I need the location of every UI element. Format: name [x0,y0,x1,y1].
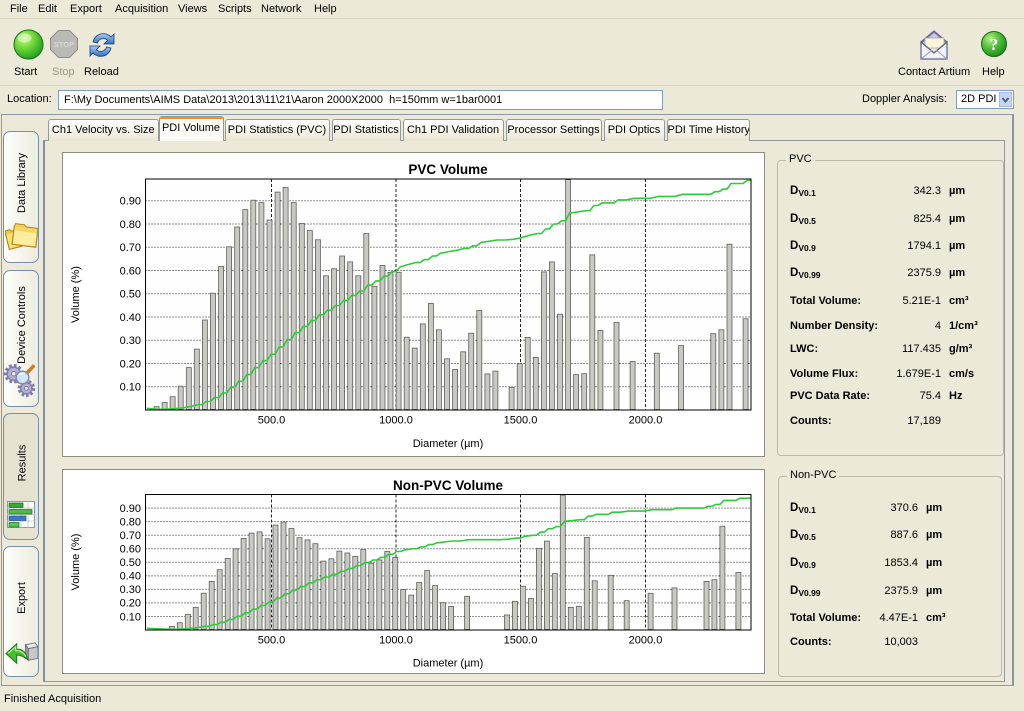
svg-text:PVC Volume: PVC Volume [408,162,488,177]
svg-text:Non-PVC Volume: Non-PVC Volume [393,478,503,493]
svg-text:Diameter (µm): Diameter (µm) [413,658,484,670]
svg-text:0.80: 0.80 [120,517,141,529]
svg-text:0.60: 0.60 [120,544,141,556]
svg-text:0.40: 0.40 [120,571,141,583]
svg-text:Diameter (µm): Diameter (µm) [413,438,484,450]
svg-text:STOP: STOP [54,40,74,49]
svg-text:?: ? [990,35,999,54]
